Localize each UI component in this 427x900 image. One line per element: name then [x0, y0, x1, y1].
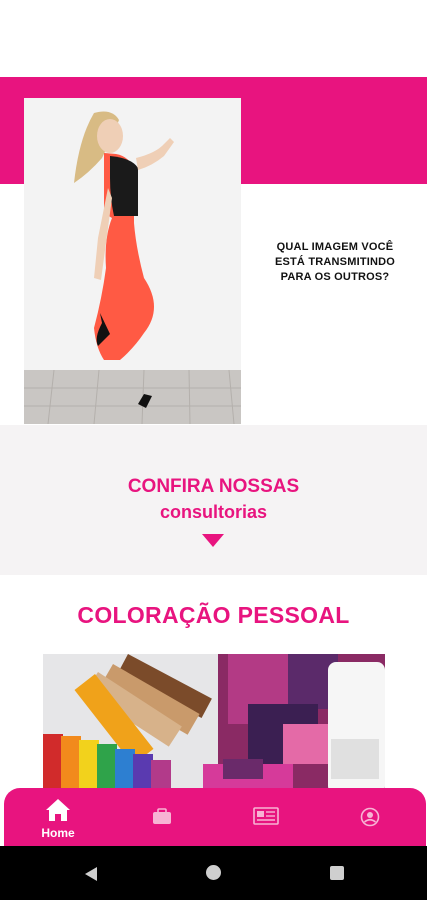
hero-caption: QUAL IMAGEM VOCÊ ESTÁ TRANSMITINDO PARA …: [274, 241, 396, 283]
consultorias-section: CONFIRA NOSSAS consultorias: [0, 425, 427, 575]
hero-photo: [24, 98, 241, 424]
newspaper-icon: [253, 807, 279, 825]
account-circle-icon: [360, 807, 380, 827]
nav-item-account[interactable]: [340, 788, 400, 846]
briefcase-icon: [153, 808, 171, 824]
system-navigation-bar: [0, 846, 427, 900]
back-triangle-icon[interactable]: [84, 866, 98, 882]
status-bar-space: [0, 0, 427, 77]
coloracao-photo[interactable]: [43, 654, 385, 794]
nav-item-news[interactable]: [236, 788, 296, 846]
home-icon: [46, 799, 70, 821]
nav-item-services[interactable]: [132, 788, 192, 846]
nav-item-home[interactable]: Home: [28, 788, 88, 846]
coloracao-pessoal-title[interactable]: COLORAÇÃO PESSOAL: [0, 602, 427, 629]
nav-label-home: Home: [41, 826, 75, 840]
recent-square-icon[interactable]: [330, 866, 344, 880]
bottom-navigation: Home: [4, 788, 426, 846]
triangle-down-icon[interactable]: [202, 534, 224, 547]
home-circle-icon[interactable]: [206, 865, 221, 880]
consultorias-title: CONFIRA NOSSAS: [127, 476, 300, 497]
consultorias-subtitle: consultorias: [159, 502, 268, 522]
